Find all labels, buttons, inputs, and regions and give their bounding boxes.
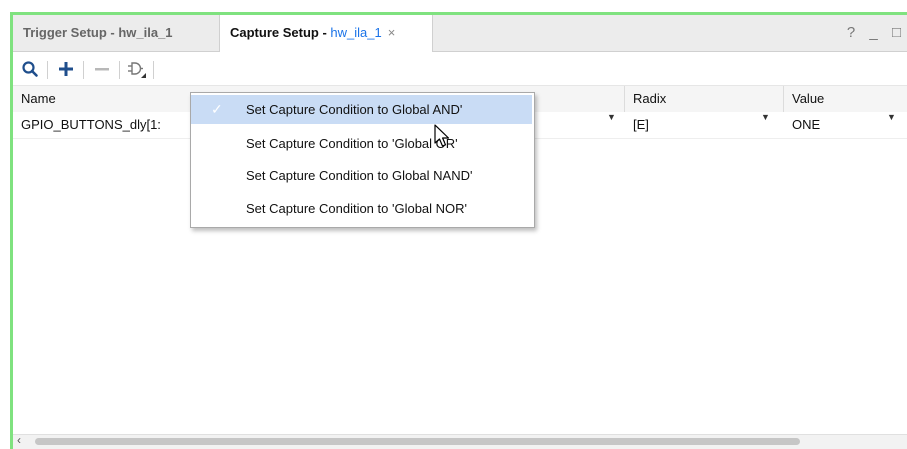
column-header-value[interactable]: Value (784, 86, 907, 112)
maximize-icon[interactable]: □ (892, 24, 901, 41)
toolbar-separator (119, 61, 120, 79)
help-icon[interactable]: ? (847, 24, 855, 41)
tab-close-icon[interactable]: × (388, 25, 396, 40)
menu-item-global-or[interactable]: Set Capture Condition to 'Global OR' (191, 129, 532, 158)
remove-icon[interactable] (91, 58, 113, 80)
toolbar-separator (83, 61, 84, 79)
signal-name-cell: GPIO_BUTTONS_dly[1: (21, 117, 161, 132)
capture-setup-panel: Trigger Setup - hw_ila_1 Capture Setup -… (10, 12, 907, 449)
toolbar-separator (153, 61, 154, 79)
capture-condition-context-menu: ✓ Set Capture Condition to Global AND' S… (190, 92, 535, 228)
tab-capture-setup-label: Capture Setup - (230, 25, 331, 40)
menu-item-label: Set Capture Condition to Global NAND' (246, 168, 473, 183)
menu-item-global-nand[interactable]: Set Capture Condition to Global NAND' (191, 161, 532, 190)
scrollbar-thumb[interactable] (35, 438, 800, 445)
horizontal-scrollbar[interactable]: ‹ (13, 433, 907, 449)
add-icon[interactable] (55, 58, 77, 80)
radix-dropdown[interactable]: [E] (625, 112, 765, 138)
tab-trigger-setup-label: Trigger Setup - hw_ila_1 (23, 25, 173, 40)
window-controls: ? _ □ (837, 15, 901, 51)
menu-item-global-and[interactable]: ✓ Set Capture Condition to Global AND' (191, 95, 532, 124)
menu-item-label: Set Capture Condition to 'Global OR' (246, 136, 458, 151)
menu-item-global-nor[interactable]: Set Capture Condition to 'Global NOR' (191, 194, 532, 223)
toolbar-separator (47, 61, 48, 79)
menu-item-label: Set Capture Condition to 'Global NOR' (246, 201, 468, 216)
capture-condition-gate-icon[interactable] (125, 58, 147, 80)
tab-bar: Trigger Setup - hw_ila_1 Capture Setup -… (13, 15, 907, 52)
toolbar (13, 52, 907, 85)
search-icon[interactable] (19, 58, 41, 80)
chevron-down-icon[interactable]: ▼ (607, 112, 616, 122)
tab-trigger-setup[interactable]: Trigger Setup - hw_ila_1 (13, 15, 218, 51)
minimize-icon[interactable]: _ (869, 24, 877, 41)
tab-capture-setup[interactable]: Capture Setup - hw_ila_1 × (219, 15, 433, 52)
column-header-radix[interactable]: Radix (625, 86, 784, 112)
chevron-left-icon[interactable]: ‹ (17, 433, 21, 447)
column-header-radix-label: Radix (633, 91, 667, 106)
check-icon: ✓ (211, 101, 223, 117)
tab-capture-setup-sublabel: hw_ila_1 (330, 25, 382, 40)
column-header-value-label: Value (792, 91, 825, 106)
mouse-cursor-icon (434, 124, 450, 147)
value-dropdown[interactable]: ONE (784, 112, 884, 138)
chevron-down-icon[interactable]: ▼ (887, 112, 896, 122)
menu-item-label: Set Capture Condition to Global AND' (246, 102, 463, 117)
chevron-down-icon[interactable]: ▼ (761, 112, 770, 122)
column-header-name-label: Name (21, 91, 56, 106)
